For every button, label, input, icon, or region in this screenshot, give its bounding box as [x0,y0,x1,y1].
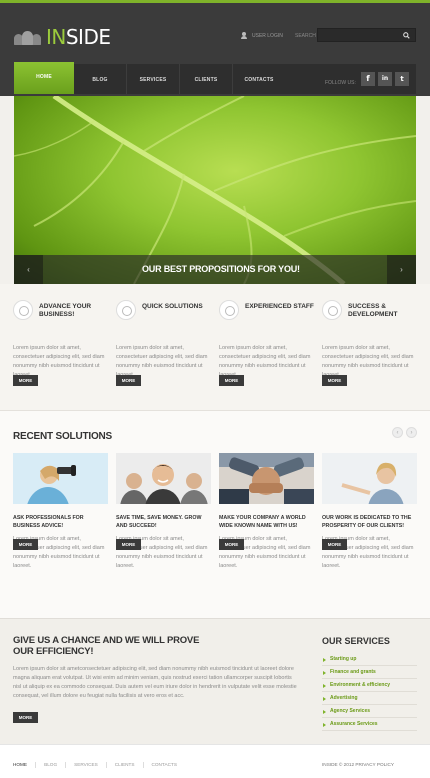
facebook-icon[interactable]: f [361,72,375,86]
feature-title: SUCCESS & DEVELOPMENT [348,303,398,318]
search-box [317,28,416,42]
hero-slider: OUR BEST PROPOSITIONS FOR YOU! ‹ › [14,96,416,284]
service-link[interactable]: Environment & efficiency [322,679,417,692]
search-icon[interactable] [403,32,410,39]
solution-title: MAKE YOUR COMPANY A WORLD WIDE KNOWN NAM… [219,515,306,529]
recent-prev-button[interactable]: ‹ [392,427,403,438]
solution-title: ASK PROFESSIONALS FOR BUSINESS ADVICE! [13,515,84,529]
more-button[interactable]: MORE [116,375,141,386]
features-section: ADVANCE YOUR BUSINESS! Lorem ipsum dolor… [0,284,430,410]
chance-title: GIVE US A CHANCE AND WE WILL PROVE OUR E… [13,635,200,657]
hero-caption: OUR BEST PROPOSITIONS FOR YOU! [142,264,300,274]
linkedin-icon[interactable]: in [378,72,392,86]
solution-title: OUR WORK IS DEDICATED TO THE PROSPERITY … [322,515,412,529]
services-title: OUR SERVICES [322,636,390,646]
trophy-icon [322,300,342,320]
service-link[interactable]: Finance and grants [322,666,417,679]
recent-solutions-title: RECENT SOLUTIONS [13,431,113,442]
follow-us-label: FOLLOW US: [325,80,356,86]
footer-link-home[interactable]: HOME [13,762,35,768]
footer-link-services[interactable]: SERVICES [65,762,106,768]
service-link[interactable]: Starting up [322,653,417,666]
solution-title: SAVE TIME, SAVE MONEY. GROW AND SUCCEED! [116,515,202,529]
chance-text: Lorem ipsum dolor sit ametconsectetuer a… [13,666,297,699]
hands-photo[interactable] [219,453,314,504]
twitter-icon[interactable]: t [395,72,409,86]
service-link[interactable]: Assurance Services [322,718,417,731]
more-button[interactable]: MORE [322,539,347,550]
logo-text: INSIDE [46,25,111,49]
recent-next-button[interactable]: › [406,427,417,438]
people-icon [14,29,42,45]
site-logo[interactable]: INSIDE [14,25,111,49]
more-button[interactable]: MORE [322,375,347,386]
user-login-label: USER LOGIN [252,32,283,39]
businesswoman-photo[interactable] [322,453,417,504]
more-button[interactable]: MORE [13,375,38,386]
nav-blog[interactable]: BLOG [74,64,126,94]
more-button[interactable]: MORE [13,712,38,723]
footer-link-contacts[interactable]: CONTACTS [142,762,185,768]
slider-next-button[interactable]: › [387,255,416,284]
footer-link-blog[interactable]: BLOG [35,762,65,768]
feature-title: QUICK SOLUTIONS [142,303,203,310]
recent-solutions-section: RECENT SOLUTIONS ‹ › ASK PROFESSIONALS F… [0,410,430,618]
search-label: SEARCH [295,33,316,39]
nav-clients[interactable]: CLIENTS [180,64,232,94]
nav-home[interactable]: HOME [14,62,74,94]
nav-contacts[interactable]: CONTACTS [233,64,285,94]
binoculars-photo[interactable] [13,453,108,504]
clock-icon [116,300,136,320]
user-login-link[interactable]: USER LOGIN [241,32,283,39]
services-list: Starting up Finance and grants Environme… [322,653,417,731]
handshake-icon [13,300,33,320]
feature-title: EXPERIENCED STAFF [245,303,314,310]
feature-title: ADVANCE YOUR BUSINESS! [39,303,92,318]
nav-services[interactable]: SERVICES [127,64,179,94]
more-button[interactable]: MORE [116,539,141,550]
more-button[interactable]: MORE [219,539,244,550]
user-icon [241,32,247,39]
footer-nav: HOME BLOG SERVICES CLIENTS CONTACTS [13,762,185,768]
main-nav: HOME BLOG SERVICES CLIENTS CONTACTS [14,62,416,94]
hero-caption-bar: OUR BEST PROPOSITIONS FOR YOU! [14,255,416,284]
team-photo[interactable] [116,453,211,504]
search-input[interactable] [320,30,400,40]
more-button[interactable]: MORE [219,375,244,386]
bottom-section: GIVE US A CHANCE AND WE WILL PROVE OUR E… [0,618,430,744]
footer-link-clients[interactable]: CLIENTS [105,762,143,768]
site-footer: HOME BLOG SERVICES CLIENTS CONTACTS INSI… [0,744,430,778]
more-button[interactable]: MORE [13,539,38,550]
person-icon [219,300,239,320]
slider-prev-button[interactable]: ‹ [14,255,43,284]
copyright-text: INSIDE © 2012 PRIVACY POLICY [322,762,395,767]
service-link[interactable]: Agency Services [322,705,417,718]
service-link[interactable]: Advertising [322,692,417,705]
